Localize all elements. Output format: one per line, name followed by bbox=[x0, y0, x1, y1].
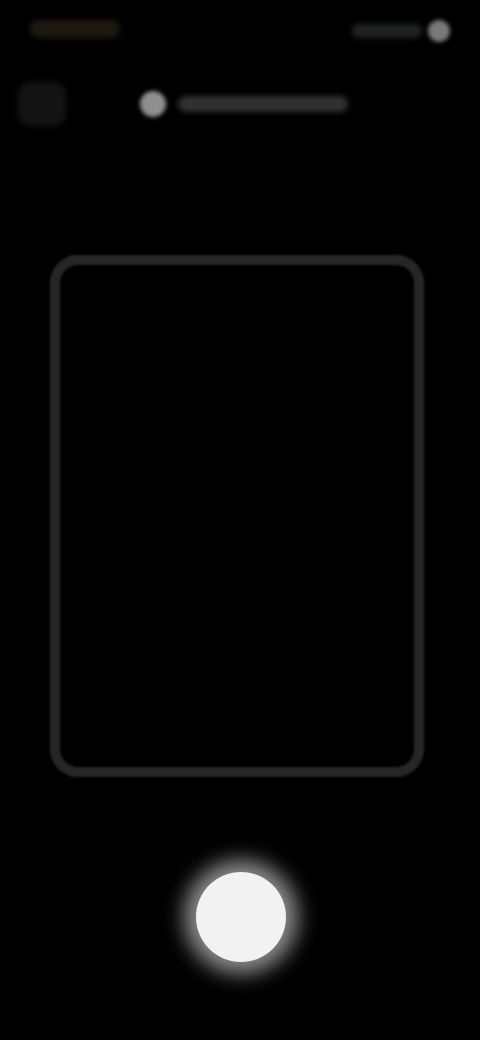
camera-preview-frame bbox=[50, 255, 424, 777]
page-title bbox=[178, 96, 348, 112]
title-area bbox=[140, 86, 348, 122]
status-bar bbox=[0, 0, 480, 64]
header bbox=[0, 72, 480, 136]
shutter-button[interactable] bbox=[196, 872, 286, 962]
battery-icon bbox=[428, 20, 450, 42]
signal-icon bbox=[352, 24, 422, 38]
back-button[interactable] bbox=[18, 82, 66, 126]
camera-icon bbox=[140, 91, 166, 117]
status-icons bbox=[340, 20, 450, 42]
status-time bbox=[30, 20, 120, 38]
